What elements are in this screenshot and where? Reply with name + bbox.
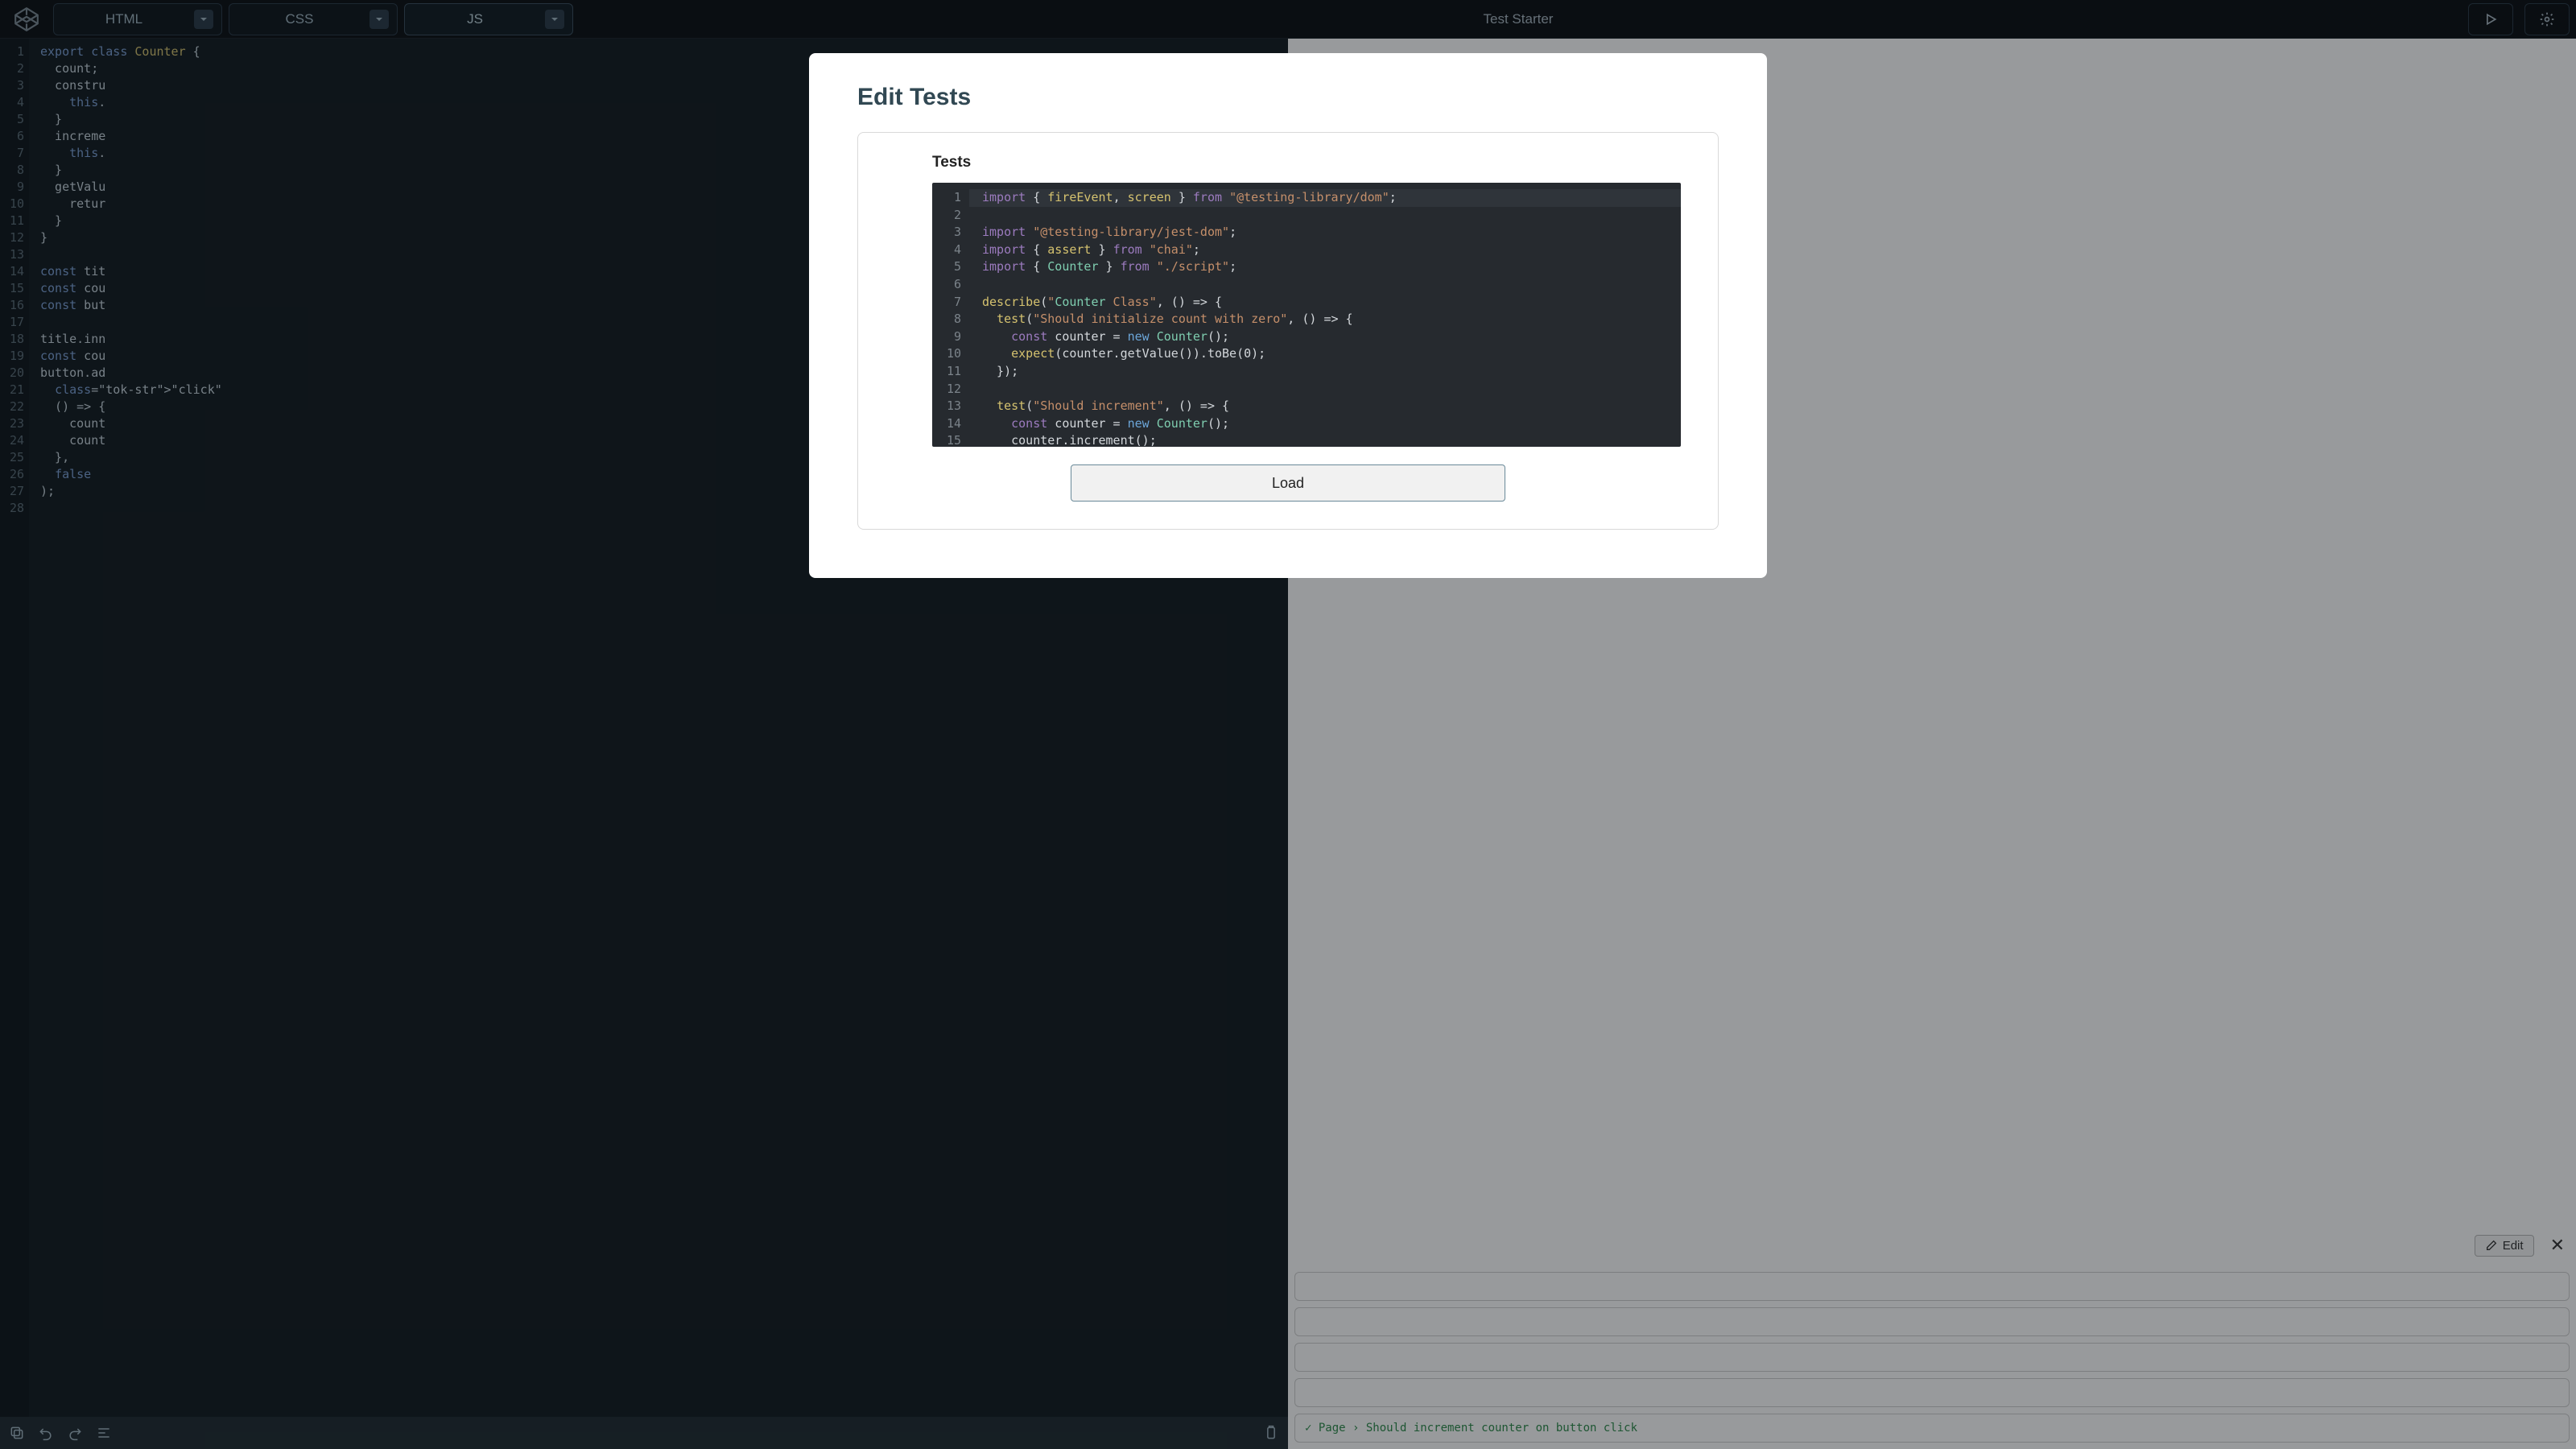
edit-tests-modal: Edit Tests Tests 123456789101112131415 i… <box>809 53 1767 578</box>
modal-section-title: Tests <box>932 154 1681 171</box>
modal-container: Edit Tests Tests 123456789101112131415 i… <box>0 0 2576 1449</box>
tests-code-editor[interactable]: 123456789101112131415 import { fireEvent… <box>932 183 1681 447</box>
load-button[interactable]: Load <box>1071 464 1505 502</box>
line-number-gutter: 123456789101112131415 <box>932 189 969 440</box>
modal-title: Edit Tests <box>857 84 1719 111</box>
tests-code-content[interactable]: import { fireEvent, screen } from "@test… <box>969 189 1681 440</box>
